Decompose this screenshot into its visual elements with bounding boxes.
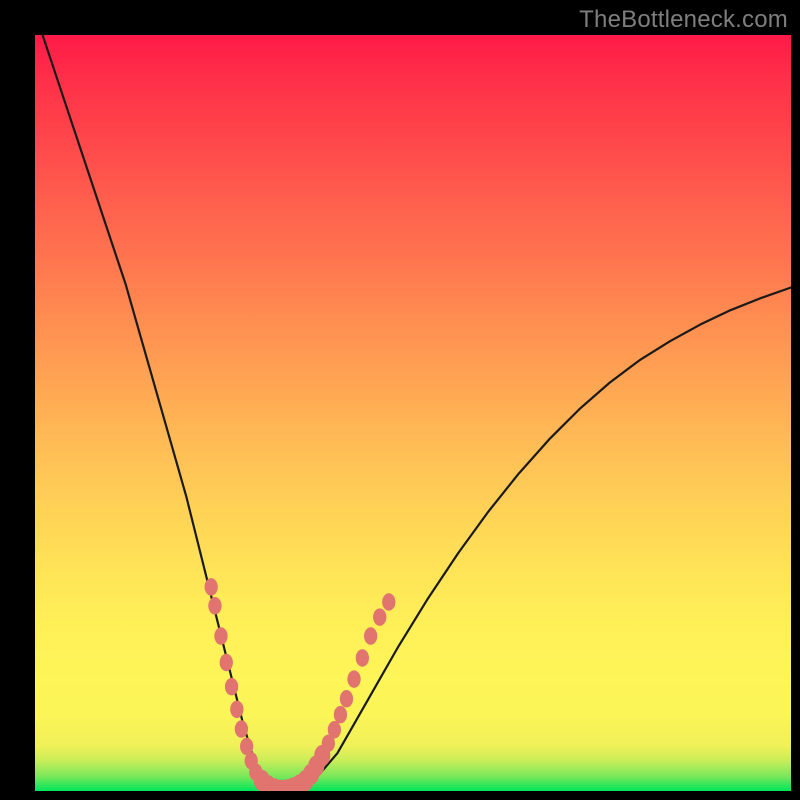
- marker-bead: [205, 578, 218, 596]
- marker-bead: [356, 649, 369, 667]
- marker-bead: [328, 721, 341, 739]
- marker-bead: [373, 608, 386, 626]
- marker-bead: [214, 627, 227, 645]
- marker-bead: [364, 627, 377, 645]
- marker-bead: [382, 593, 395, 611]
- marker-bead: [225, 678, 238, 696]
- watermark-text: TheBottleneck.com: [579, 6, 788, 34]
- marker-bead: [208, 597, 221, 615]
- marker-bead: [220, 654, 233, 672]
- bottleneck-curve: [35, 35, 791, 790]
- marker-bead: [340, 690, 353, 708]
- marker-bead: [235, 720, 248, 738]
- marker-bead: [334, 706, 347, 724]
- curve-svg: [35, 35, 791, 791]
- chart-frame: TheBottleneck.com: [0, 0, 800, 800]
- marker-group: [205, 578, 396, 791]
- marker-bead: [347, 670, 360, 688]
- plot-area: [35, 35, 791, 791]
- marker-bead: [230, 701, 243, 719]
